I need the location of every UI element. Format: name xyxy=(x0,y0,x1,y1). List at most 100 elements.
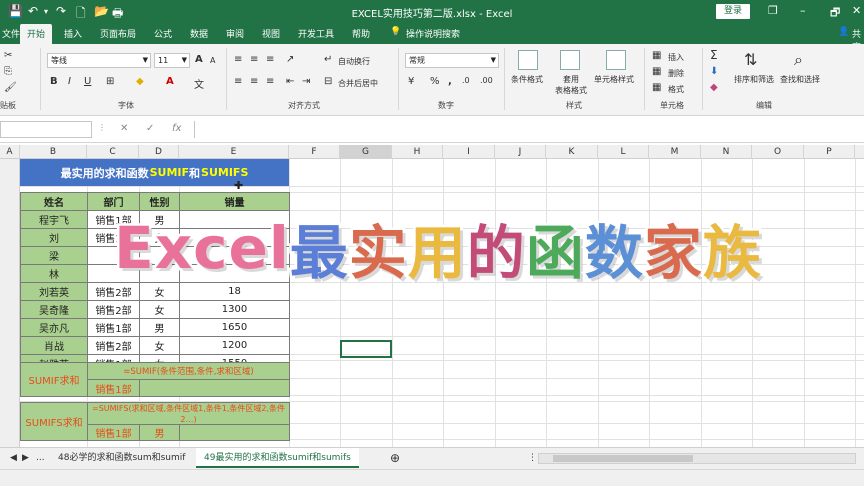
align-center-icon[interactable]: ≡ xyxy=(250,76,258,87)
wrap-text-button[interactable]: 自动换行 xyxy=(338,56,370,67)
fill-down-icon[interactable]: ⬇ xyxy=(710,66,718,77)
search-icon[interactable]: ⌕ xyxy=(794,50,803,70)
close-icon[interactable]: ✕ xyxy=(852,4,861,17)
table-cell[interactable]: 刘若英 xyxy=(20,282,88,301)
column-header-l[interactable]: L xyxy=(598,145,649,159)
cell-styles-button[interactable]: 单元格样式 xyxy=(594,74,634,85)
horizontal-scrollbar[interactable] xyxy=(538,453,856,464)
conditional-format-button[interactable]: 条件格式 xyxy=(511,74,543,85)
fill-color-icon[interactable]: ◆ xyxy=(136,76,144,87)
tab-review[interactable]: 审阅 xyxy=(226,27,244,40)
sumif-label-cell[interactable]: SUMIF求和 xyxy=(20,362,88,397)
font-size-select[interactable]: 11 ▼ xyxy=(154,53,190,68)
font-color-icon[interactable]: A xyxy=(166,76,174,87)
sumif-formula-cell[interactable]: =SUMIF(条件范围,条件,求和区域) xyxy=(87,362,290,380)
name-box[interactable] xyxy=(0,121,92,138)
header-dept[interactable]: 部门 xyxy=(87,192,140,211)
table-cell[interactable]: 女 xyxy=(139,300,180,319)
table-format-button[interactable]: 套用 表格格式 xyxy=(549,74,593,96)
format-cells-icon[interactable]: ▦ xyxy=(652,82,661,93)
header-name[interactable]: 姓名 xyxy=(20,192,88,211)
delete-cells-button[interactable]: 删除 xyxy=(668,68,684,79)
column-header-d[interactable]: D xyxy=(139,145,179,159)
column-header-o[interactable]: O xyxy=(752,145,804,159)
table-cell[interactable]: 销售2部 xyxy=(87,336,140,355)
cancel-icon[interactable]: ✕ xyxy=(120,123,128,134)
ribbon-display-icon[interactable]: ❐ xyxy=(768,4,778,17)
column-header-b[interactable]: B xyxy=(20,145,87,159)
bold-button[interactable]: B xyxy=(50,76,58,87)
tab-view[interactable]: 视图 xyxy=(262,27,280,40)
insert-cells-icon[interactable]: ▦ xyxy=(652,50,661,61)
merge-center-button[interactable]: 合并后居中 xyxy=(338,78,378,89)
table-cell[interactable]: 销售1部 xyxy=(87,318,140,337)
underline-button[interactable]: U xyxy=(84,76,91,87)
tab-page-layout[interactable]: 页面布局 xyxy=(100,27,136,40)
increase-decimal-icon[interactable]: .0 xyxy=(462,76,470,85)
header-gender[interactable]: 性别 xyxy=(139,192,180,211)
sumifs-result-cell[interactable] xyxy=(179,424,290,441)
table-cell[interactable]: 肖战 xyxy=(20,336,88,355)
border-icon[interactable]: ⊞ xyxy=(106,76,114,87)
column-header-h[interactable]: H xyxy=(392,145,443,159)
sumifs-dept-cell[interactable]: 销售1部 xyxy=(87,424,140,441)
wrap-text-icon[interactable]: ↵ xyxy=(324,54,332,65)
table-cell[interactable]: 销售2部 xyxy=(87,300,140,319)
align-bottom-icon[interactable]: ≡ xyxy=(266,54,274,65)
column-header-j[interactable]: J xyxy=(495,145,546,159)
active-cell-g[interactable] xyxy=(340,340,392,358)
currency-icon[interactable]: ¥ xyxy=(408,76,414,87)
orientation-icon[interactable]: ↗ xyxy=(286,54,294,65)
cut-icon[interactable]: ✂ xyxy=(4,50,12,61)
sheet-tab-49[interactable]: 49最实用的求和函数sumif和sumifs xyxy=(196,448,359,468)
share-icon[interactable]: 👤 xyxy=(838,27,849,37)
formula-input[interactable] xyxy=(194,121,864,138)
find-select-button[interactable]: 查找和选择 xyxy=(780,74,820,85)
worksheet-grid[interactable]: 最实用的求和函数 SUMIF 和 SUMIFS ✚ 姓名 部门 性别 销量 程宇飞 销… xyxy=(0,159,864,447)
tab-home[interactable]: 开始 xyxy=(20,24,53,44)
sheet-banner[interactable]: 最实用的求和函数 SUMIF 和 SUMIFS xyxy=(20,159,289,186)
delete-cells-icon[interactable]: ▦ xyxy=(652,66,661,77)
format-painter-icon[interactable]: 🖌 xyxy=(4,82,17,93)
sort-filter-button[interactable]: 排序和筛选 xyxy=(734,74,774,85)
header-sales[interactable]: 销量 xyxy=(179,192,290,211)
add-sheet-icon[interactable]: ⊕ xyxy=(382,448,408,468)
sheet-nav-more[interactable]: ... xyxy=(28,448,53,468)
tab-developer[interactable]: 开发工具 xyxy=(298,27,334,40)
align-left-icon[interactable]: ≡ xyxy=(234,76,242,87)
decrease-indent-icon[interactable]: ⇤ xyxy=(286,76,294,87)
increase-indent-icon[interactable]: ⇥ xyxy=(302,76,310,87)
sort-filter-icon[interactable]: ⇅ xyxy=(744,50,757,69)
align-middle-icon[interactable]: ≡ xyxy=(250,54,258,65)
sheet-tab-48[interactable]: 48必学的求和函数sum和sumif xyxy=(50,448,193,468)
clear-icon[interactable]: ◆ xyxy=(710,82,718,93)
font-name-select[interactable]: 等线 ▼ xyxy=(47,53,151,68)
tab-file[interactable]: 文件 xyxy=(2,27,20,40)
cell-styles-icon[interactable] xyxy=(606,50,626,70)
phonetic-icon[interactable]: 文 xyxy=(194,76,204,91)
column-header-k[interactable]: K xyxy=(546,145,598,159)
insert-cells-button[interactable]: 插入 xyxy=(668,52,684,63)
column-header-f[interactable]: F xyxy=(289,145,340,159)
table-cell[interactable]: 吴奇隆 xyxy=(20,300,88,319)
table-cell[interactable]: 1300 xyxy=(179,300,290,319)
sumif-dept-cell[interactable]: 销售1部 xyxy=(87,379,140,397)
thousands-button[interactable]: , xyxy=(448,76,452,87)
sumif-result-cell[interactable] xyxy=(139,379,290,397)
table-cell[interactable]: 女 xyxy=(139,336,180,355)
login-button[interactable]: 登录 xyxy=(716,4,750,19)
copy-icon[interactable]: ⎘ xyxy=(4,66,12,77)
sumifs-formula-cell[interactable]: =SUMIFS(求和区域,条件区域1,条件1,条件区域2,条件2…) xyxy=(87,402,290,425)
conditional-format-icon[interactable] xyxy=(518,50,538,70)
column-header-c[interactable]: C xyxy=(87,145,139,159)
number-format-select[interactable]: 常规 ▼ xyxy=(405,53,499,68)
table-format-icon[interactable] xyxy=(560,50,580,70)
more-options-icon[interactable]: ⋮ xyxy=(98,123,106,132)
tab-formulas[interactable]: 公式 xyxy=(154,27,172,40)
column-header-i[interactable]: I xyxy=(443,145,495,159)
column-header-e[interactable]: E xyxy=(179,145,289,159)
tab-insert[interactable]: 插入 xyxy=(64,27,82,40)
column-header-m[interactable]: M xyxy=(649,145,701,159)
insert-function-icon[interactable]: fx xyxy=(172,123,181,134)
align-top-icon[interactable]: ≡ xyxy=(234,54,242,65)
